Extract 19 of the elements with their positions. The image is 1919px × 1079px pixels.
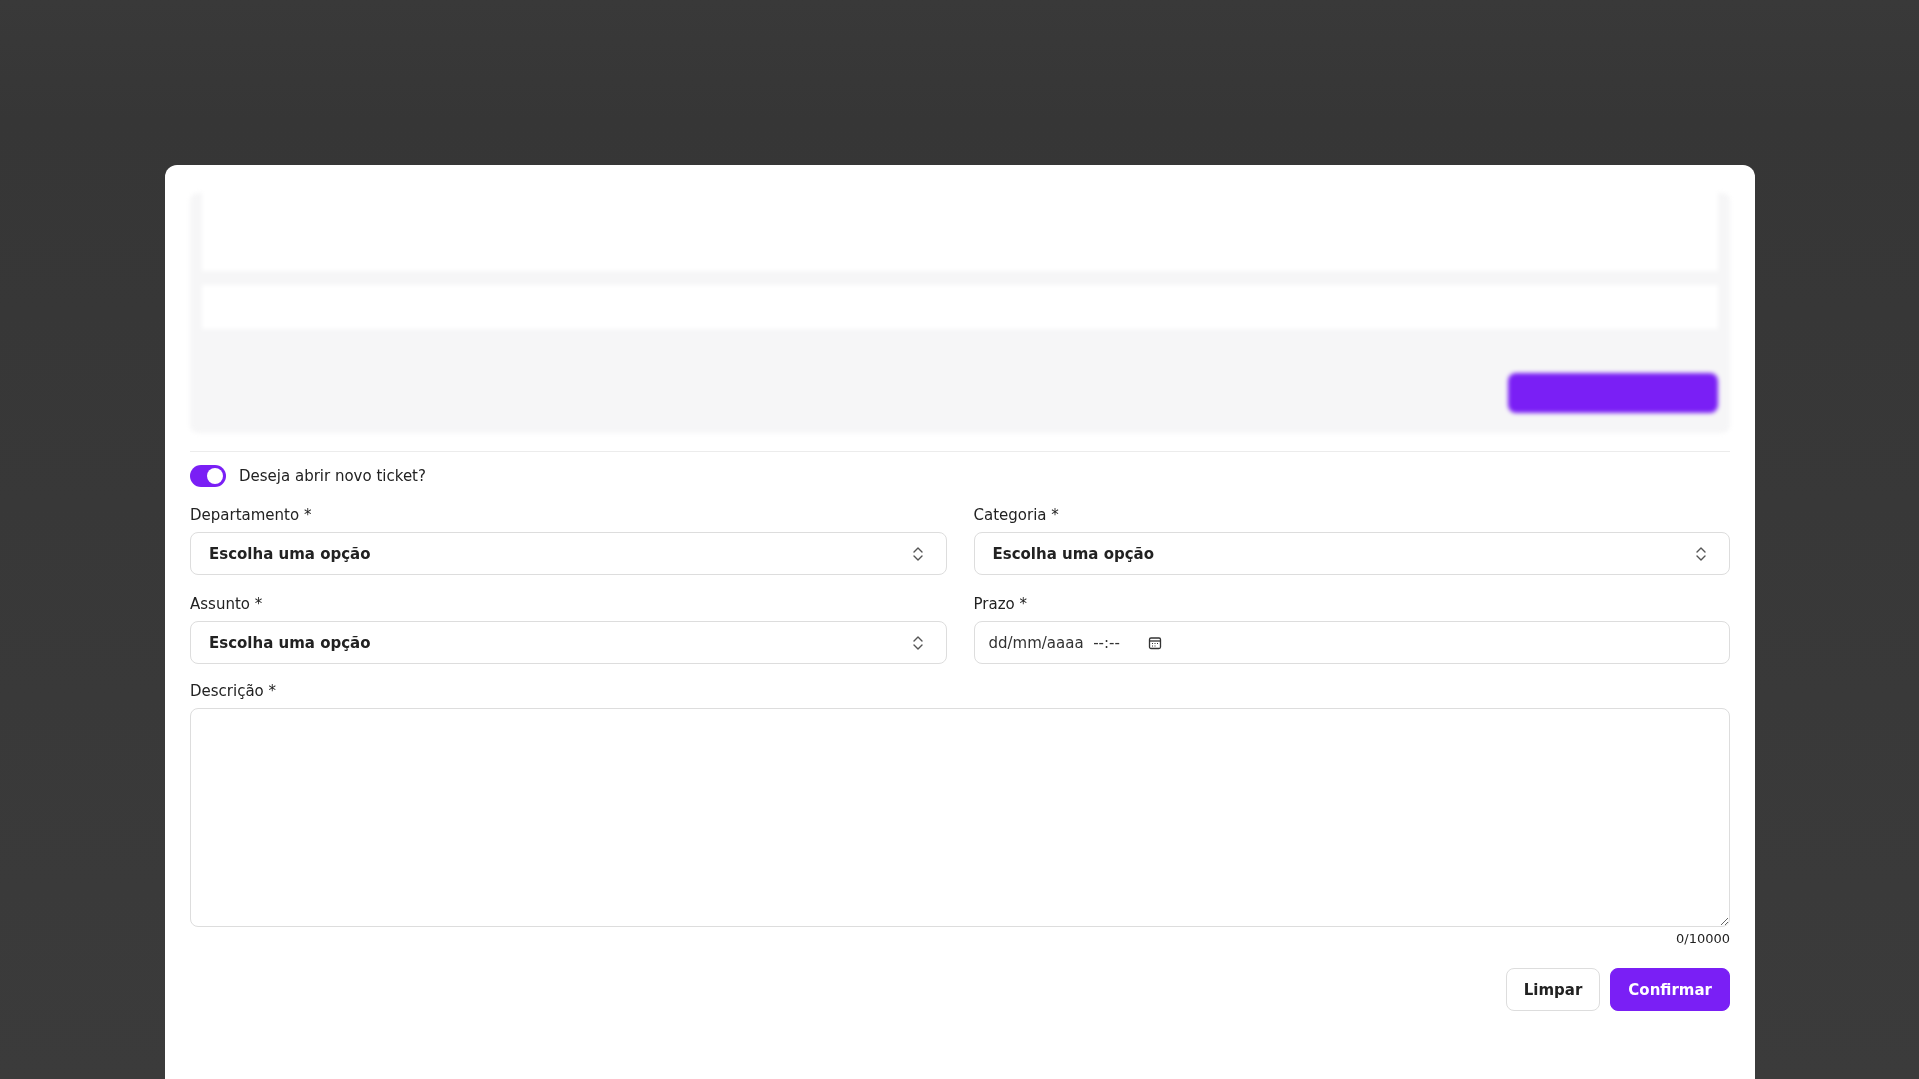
field-label: Assunto * (190, 595, 264, 613)
field-label: Categoria * (973, 506, 1060, 524)
select-field[interactable]: Escolha uma opção (973, 532, 1730, 575)
chevron-updown-icon (1695, 545, 1707, 562)
chevron-updown-icon (911, 634, 924, 651)
toggle-switch[interactable] (190, 465, 226, 487)
clear-button[interactable]: Limpar (1505, 968, 1601, 1011)
description-field[interactable] (190, 708, 1730, 927)
confirm-button[interactable]: Confirmar (1610, 968, 1730, 1011)
chevron-updown-icon (911, 545, 924, 562)
calendar-icon (1147, 635, 1162, 650)
datetime-field[interactable]: dd/mm/aaaa --:-- (973, 621, 1730, 664)
field-label: Prazo * (973, 595, 1028, 613)
character-counter: 0/10000 (1676, 931, 1730, 946)
field-label: Descrição * (190, 682, 278, 700)
field-label: Departamento * (190, 506, 313, 524)
select-field[interactable]: Escolha uma opção (190, 621, 947, 664)
toggle-label: Deseja abrir novo ticket? (239, 467, 426, 485)
select-field[interactable]: Escolha uma opção (190, 532, 947, 575)
